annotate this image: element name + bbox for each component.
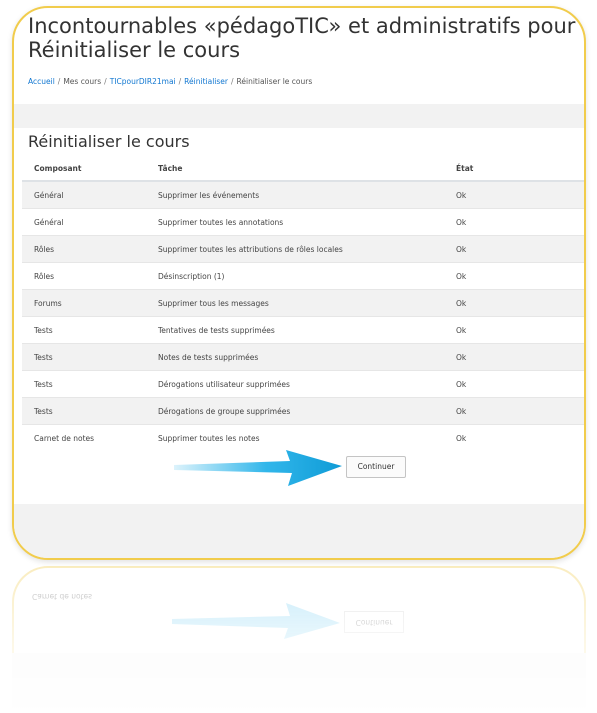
table-row: Forums Supprimer tous les messages Ok xyxy=(22,289,584,317)
cell-component: Forums xyxy=(22,289,146,317)
page-header: Incontournables «pédagoTIC» et administr… xyxy=(28,14,586,62)
cell-status: Ok xyxy=(444,370,584,398)
table-row: Tests Dérogations utilisateur supprimées… xyxy=(22,370,584,398)
cell-task: Notes de tests supprimées xyxy=(146,343,444,371)
column-header-component: Composant xyxy=(22,156,146,182)
screenshot-reflection: Continuer Carnet de notes xyxy=(12,566,586,713)
breadcrumb-home[interactable]: Accueil xyxy=(28,77,55,86)
cell-component: Tests xyxy=(22,343,146,371)
breadcrumb-separator: / xyxy=(104,77,107,86)
breadcrumb-separator: / xyxy=(57,77,61,86)
reflection-fade xyxy=(12,566,586,713)
table-row: Général Supprimer les événements Ok xyxy=(22,180,584,209)
breadcrumb-my-courses: Mes cours xyxy=(63,77,102,86)
cell-task: Supprimer toutes les annotations xyxy=(146,208,444,236)
cell-status: Ok xyxy=(444,316,584,344)
table-row: Tests Dérogations de groupe supprimées O… xyxy=(22,397,584,425)
cell-task: Tentatives de tests supprimées xyxy=(146,316,444,344)
table-row: Rôles Supprimer toutes les attributions … xyxy=(22,235,584,263)
breadcrumb-separator: / xyxy=(178,77,182,86)
cell-status: Ok xyxy=(444,397,584,425)
cell-task: Supprimer les événements xyxy=(146,180,444,209)
reset-results-table: Composant Tâche État Général Supprimer l… xyxy=(22,156,584,451)
cell-status: Ok xyxy=(444,180,584,209)
breadcrumb-reset[interactable]: Réinitialiser xyxy=(184,77,228,86)
table-row: Tests Tentatives de tests supprimées Ok xyxy=(22,316,584,344)
screenshot-frame: Incontournables «pédagoTIC» et administr… xyxy=(12,6,586,560)
cell-status: Ok xyxy=(444,235,584,263)
cell-component: Tests xyxy=(22,316,146,344)
cell-status: Ok xyxy=(444,208,584,236)
cell-component: Général xyxy=(22,208,146,236)
page-subtitle: Réinitialiser le cours xyxy=(28,38,241,62)
cell-component: Général xyxy=(22,180,146,209)
cell-component: Tests xyxy=(22,397,146,425)
cell-task: Désinscription (1) xyxy=(146,262,444,290)
cell-status: Ok xyxy=(444,289,584,317)
cell-component: Carnet de notes xyxy=(22,424,146,451)
cell-component: Rôles xyxy=(22,262,146,290)
cell-component: Tests xyxy=(22,370,146,398)
breadcrumb: Accueil / Mes cours / TICpourDIR21mai / Réinit… xyxy=(28,77,312,86)
cell-status: Ok xyxy=(444,262,584,290)
cell-task: Dérogations utilisateur supprimées xyxy=(146,370,444,398)
continue-button[interactable]: Continuer xyxy=(346,456,406,478)
section-title: Réinitialiser le cours xyxy=(28,132,190,151)
column-header-task: Tâche xyxy=(146,156,444,182)
cell-status: Ok xyxy=(444,424,584,451)
cell-status: Ok xyxy=(444,343,584,371)
header-divider-band xyxy=(14,104,584,128)
table-row: Tests Notes de tests supprimées Ok xyxy=(22,343,584,371)
page-footer-band xyxy=(14,504,584,558)
breadcrumb-separator: / xyxy=(230,77,234,86)
course-title: Incontournables «pédagoTIC» et administr… xyxy=(28,14,586,38)
column-header-status: État xyxy=(444,156,584,182)
breadcrumb-course[interactable]: TICpourDIR21mai xyxy=(110,77,176,86)
cell-task: Supprimer tous les messages xyxy=(146,289,444,317)
breadcrumb-current: Réinitialiser le cours xyxy=(236,77,313,86)
table-header-row: Composant Tâche État xyxy=(22,156,584,182)
cell-task: Supprimer toutes les attributions de rôl… xyxy=(146,235,444,263)
table-row: Rôles Désinscription (1) Ok xyxy=(22,262,584,290)
table-row: Général Supprimer toutes les annotations… xyxy=(22,208,584,236)
cell-component: Rôles xyxy=(22,235,146,263)
cell-task: Dérogations de groupe supprimées xyxy=(146,397,444,425)
right-arrow-icon xyxy=(174,450,342,486)
